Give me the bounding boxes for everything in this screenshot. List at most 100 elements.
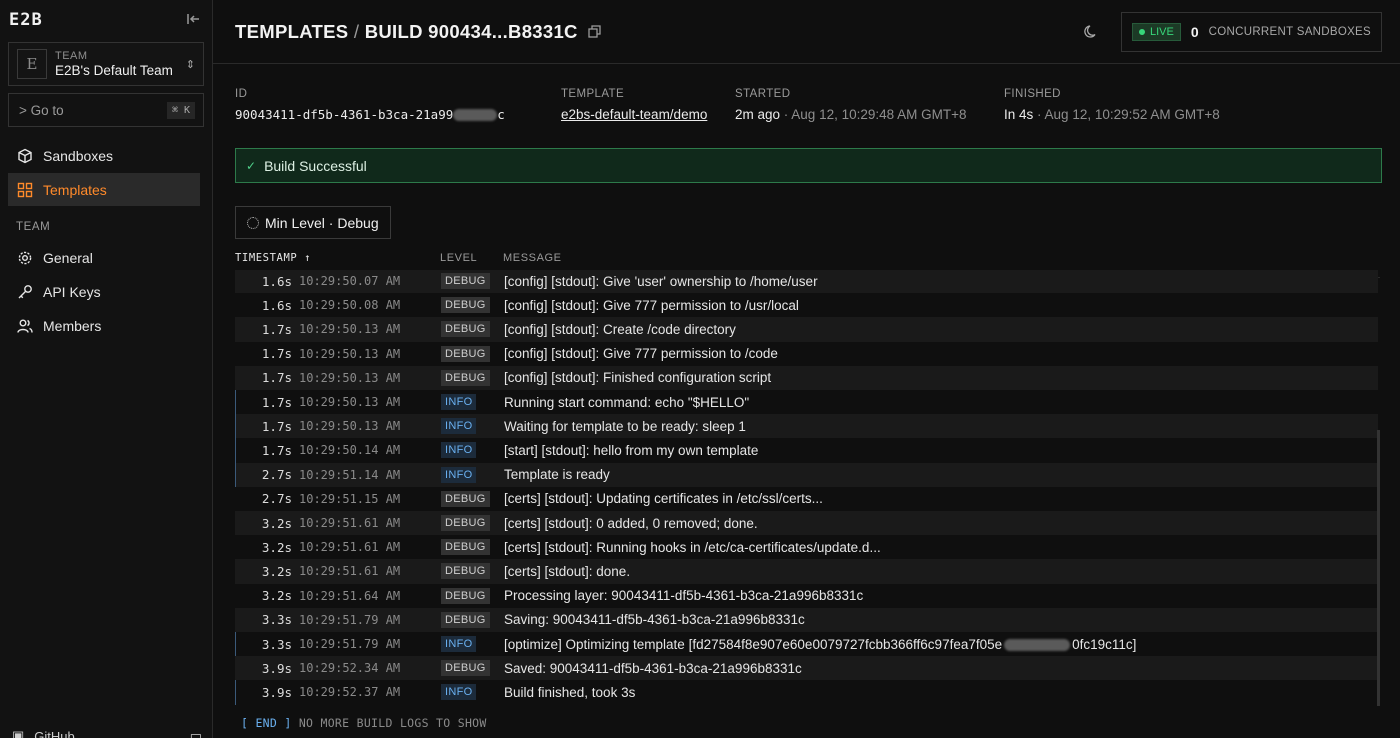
log-message: [config] [stdout]: Finished configuratio…: [504, 370, 771, 385]
log-time: 10:29:50.08 AM: [299, 298, 401, 313]
log-message: Saving: 90043411-df5b-4361-b3ca-21a996b8…: [504, 612, 805, 627]
log-level-badge: DEBUG: [441, 321, 490, 338]
team-texts: TEAM E2B's Default Team: [55, 50, 178, 78]
check-icon: ✓: [246, 158, 257, 173]
live-badge: LIVE: [1132, 22, 1181, 41]
log-time: 10:29:50.07 AM: [299, 274, 401, 289]
log-message: [optimize] Optimizing template [fd27584f…: [504, 637, 1136, 652]
log-time: 10:29:51.15 AM: [299, 491, 401, 506]
log-row: 3.2s 10:29:51.61 AM DEBUG [certs] [stdout]:…: [235, 559, 1378, 584]
meta-id-label: ID: [235, 88, 248, 100]
log-row: 1.6s 10:29:50.07 AM DEBUG [config] [stdout]…: [235, 270, 1378, 294]
build-status-banner: ✓ Build Successful: [235, 148, 1382, 183]
log-duration: 1.7s: [261, 346, 292, 362]
meta-started-value: 2m ago · Aug 12, 10:29:48 AM GMT+8: [735, 107, 967, 122]
log-level-badge: INFO: [441, 418, 477, 435]
copy-icon[interactable]: [588, 25, 601, 38]
sidebar-nav: Sandboxes Templates TEAM General API Key…: [0, 139, 212, 342]
app-root: E2B E TEAM E2B's Default Team ⇕ > Go to …: [0, 0, 1400, 738]
log-message: [config] [stdout]: Give 777 permission t…: [504, 346, 778, 361]
log-message-text: Saving: 90043411-df5b-4361-b3ca-21a996b8…: [504, 612, 805, 628]
log-message-text: [config] [stdout]: Give 777 permission t…: [504, 297, 799, 313]
started-absolute: · Aug 12, 10:29:48 AM GMT+8: [783, 107, 967, 122]
meta-id-end: c: [497, 107, 505, 122]
meta-finished: FINISHED In 4s · Aug 12, 10:29:52 AM GMT…: [1004, 88, 1220, 122]
collapse-sidebar-icon[interactable]: [186, 12, 200, 29]
log-duration: 1.7s: [261, 321, 292, 337]
sidebar-item-label: API Keys: [43, 283, 101, 300]
page-header: TEMPLATES / BUILD 900434...B8331C LIVE 0…: [213, 0, 1400, 64]
users-icon: [17, 319, 33, 333]
log-message: [certs] [stdout]: 0 added, 0 removed; do…: [504, 516, 758, 531]
main-content: TEMPLATES / BUILD 900434...B8331C LIVE 0…: [213, 0, 1400, 738]
goto-label: > Go to: [19, 102, 64, 118]
started-relative: 2m ago: [735, 107, 781, 122]
log-time: 10:29:51.79 AM: [299, 637, 401, 652]
log-message: [start] [stdout]: hello from my own temp…: [504, 443, 758, 458]
meta-finished-label: FINISHED: [1004, 88, 1061, 100]
moon-icon[interactable]: [1084, 24, 1099, 39]
template-link[interactable]: e2bs-default-team/demo: [561, 107, 707, 122]
build-meta: ID 90043411-df5b-4361-b3ca-21a99 c TEMPLA…: [235, 88, 1385, 128]
log-row: 1.7s 10:29:50.14 AM INFO [start] [stdout]: …: [235, 438, 1378, 463]
meta-finished-value: In 4s · Aug 12, 10:29:52 AM GMT+8: [1004, 107, 1220, 122]
log-message: Processing layer: 90043411-df5b-4361-b3c…: [504, 588, 863, 603]
gear-icon: [18, 251, 32, 264]
log-duration: 1.7s: [261, 418, 292, 434]
team-caption: TEAM: [55, 49, 88, 62]
log-message-text: [certs] [stdout]: Running hooks in /etc/…: [504, 539, 881, 555]
min-level-filter-button[interactable]: Min Level · Debug: [235, 206, 391, 239]
log-end-marker: [ END ] NO MORE BUILD LOGS TO SHOW: [241, 716, 487, 730]
log-level-badge: DEBUG: [441, 587, 490, 604]
log-message-text: Template is ready: [504, 467, 610, 483]
sidebar-bottom-label: GitHub: [34, 728, 75, 738]
sidebar-item-label: Sandboxes: [43, 147, 114, 164]
sidebar-item-general[interactable]: General: [8, 241, 200, 274]
log-table-body[interactable]: 1.6s 10:29:50.07 AM DEBUG [config] [stdout]…: [235, 270, 1380, 706]
log-message-text: [config] [stdout]: Finished configuratio…: [504, 370, 772, 386]
goto-search[interactable]: > Go to ⌘ K: [8, 93, 204, 127]
log-level-badge: DEBUG: [441, 490, 490, 507]
log-level-badge: DEBUG: [441, 369, 490, 386]
log-row: 3.3s 10:29:51.79 AM DEBUG Saving: 90043411-…: [235, 607, 1378, 632]
log-duration: 1.6s: [261, 273, 292, 289]
log-time: 10:29:50.13 AM: [299, 370, 401, 385]
log-end-tag: [ END ]: [241, 716, 292, 730]
meta-template-label: TEMPLATE: [561, 88, 625, 100]
sidebar-item-sandboxes[interactable]: Sandboxes: [8, 139, 200, 172]
log-time: 10:29:52.37 AM: [299, 685, 401, 700]
sidebar-bottom-link[interactable]: ▣ GitHub ▭: [12, 728, 202, 738]
log-level-badge: DEBUG: [441, 273, 490, 290]
e2b-logo[interactable]: E2B: [9, 10, 43, 30]
column-timestamp-sort[interactable]: TIMESTAMP ↑: [235, 252, 311, 264]
key-icon: [18, 284, 32, 298]
log-duration: 1.7s: [261, 394, 292, 410]
redacted-blur: [1004, 639, 1071, 652]
log-time: 10:29:52.34 AM: [299, 661, 401, 676]
sidebar-item-templates[interactable]: Templates: [8, 173, 200, 206]
log-time: 10:29:51.64 AM: [299, 588, 401, 603]
log-duration: 1.7s: [261, 370, 292, 386]
log-row: 2.7s 10:29:51.15 AM DEBUG [certs] [stdout]:…: [235, 487, 1378, 511]
meta-template: TEMPLATE e2bs-default-team/demo: [561, 88, 707, 122]
sidebar-item-label: Members: [43, 317, 102, 334]
log-scrollbar[interactable]: [1377, 430, 1380, 706]
log-time: 10:29:51.61 AM: [299, 516, 401, 531]
log-message-text: Saved: 90043411-df5b-4361-b3ca-21a996b83…: [504, 660, 802, 676]
sidebar: E2B E TEAM E2B's Default Team ⇕ > Go to …: [0, 0, 213, 738]
log-message: Running start command: echo "$HELLO": [504, 395, 749, 410]
team-selector[interactable]: E TEAM E2B's Default Team ⇕: [8, 42, 204, 86]
finished-relative: In 4s: [1004, 107, 1034, 122]
log-row: 3.2s 10:29:51.61 AM DEBUG [certs] [stdout]:…: [235, 511, 1378, 536]
log-message-text: [certs] [stdout]: Updating certificates …: [504, 491, 823, 507]
log-message: Waiting for template to be ready: sleep …: [504, 419, 746, 434]
concurrent-count: 0: [1190, 23, 1199, 40]
sidebar-item-api-keys[interactable]: API Keys: [8, 275, 200, 308]
breadcrumb-templates[interactable]: TEMPLATES: [235, 21, 348, 42]
log-message-text: [config] [stdout]: Give 777 permission t…: [504, 346, 778, 362]
sidebar-item-members[interactable]: Members: [8, 309, 200, 342]
grid-icon: [17, 182, 33, 197]
log-time: 10:29:51.61 AM: [299, 564, 401, 579]
meta-id-value[interactable]: 90043411-df5b-4361-b3ca-21a99 c: [235, 107, 505, 122]
breadcrumb-separator: /: [353, 20, 360, 42]
